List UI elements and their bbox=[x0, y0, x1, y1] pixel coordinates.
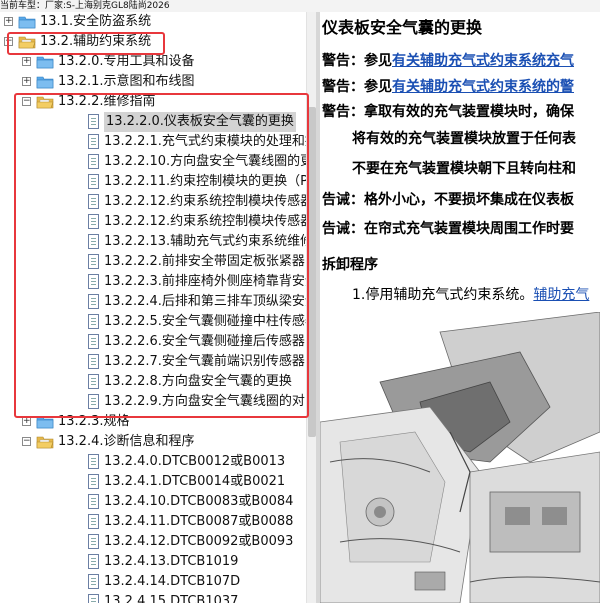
tree-folder-item[interactable]: +13.1.安全防盗系统 bbox=[0, 12, 306, 32]
tree-document-item[interactable]: 13.2.4.11.DTCB0087或B0088 bbox=[0, 512, 306, 532]
tree-item-label: 13.1.安全防盗系统 bbox=[40, 14, 152, 29]
tree-item-label: 13.2.1.示意图和布线图 bbox=[58, 74, 195, 89]
tree-folder-item[interactable]: − 13.2.4.诊断信息和程序 bbox=[0, 432, 306, 452]
tree-item-label: 13.2.4.11.DTCB0087或B0088 bbox=[104, 514, 294, 529]
step-1: 1.停用辅助充气式约束系统。辅助充气 bbox=[352, 284, 589, 304]
warning-3: 警告：拿取有效的充气装置模块时，确保 bbox=[322, 104, 574, 120]
warning-3-item-1: 将有效的充气装置模块放置于任何表 bbox=[352, 131, 576, 147]
tree-item-label: 13.2.4.0.DTCB0012或B0013 bbox=[104, 454, 286, 469]
highlight-box-assist-restraint bbox=[7, 32, 165, 55]
expand-icon[interactable]: + bbox=[22, 417, 31, 426]
tree-scrollbar-thumb[interactable] bbox=[308, 107, 316, 437]
tree-item-label: 13.2.4.15.DTCB1037 bbox=[104, 594, 239, 603]
document-icon bbox=[88, 534, 99, 549]
tree-item-label: 13.2.4.1.DTCB0014或B0021 bbox=[104, 474, 286, 489]
tree-item-label: 13.2.4.10.DTCB0083或B0084 bbox=[104, 494, 294, 509]
document-icon bbox=[88, 574, 99, 589]
folder-icon bbox=[36, 56, 54, 69]
step-1-text: 1.停用辅助充气式约束系统。 bbox=[352, 287, 534, 303]
caution-1: 告诫：格外小心，不要损坏集成在仪表板 bbox=[322, 189, 574, 209]
document-title: 仪表板安全气囊的更换 bbox=[322, 18, 483, 37]
tree-document-item[interactable]: 13.2.4.13.DTCB1019 bbox=[0, 552, 306, 572]
warning-2-link[interactable]: 有关辅助充气式约束系统的警 bbox=[392, 79, 574, 95]
document-icon bbox=[88, 474, 99, 489]
tree-document-item[interactable]: 13.2.4.0.DTCB0012或B0013 bbox=[0, 452, 306, 472]
warning-1: 警告：参见有关辅助充气式约束系统充气 bbox=[322, 50, 574, 70]
caution-1-text: 告诫：格外小心，不要损坏集成在仪表板 bbox=[322, 192, 574, 208]
highlight-box-service-guide bbox=[14, 93, 309, 418]
document-icon bbox=[88, 454, 99, 469]
warning-1-link[interactable]: 有关辅助充气式约束系统充气 bbox=[392, 53, 574, 69]
document-icon bbox=[88, 554, 99, 569]
document-icon bbox=[88, 494, 99, 509]
collapse-icon[interactable]: − bbox=[22, 437, 31, 446]
tree-item-label: 13.2.4.14.DTCB107D bbox=[104, 574, 241, 589]
tree-folder-item[interactable]: +13.2.0.专用工具和设备 bbox=[0, 52, 306, 72]
tree-document-item[interactable]: 13.2.4.12.DTCB0092或B0093 bbox=[0, 532, 306, 552]
folder-icon bbox=[36, 76, 54, 89]
expand-icon[interactable]: + bbox=[22, 57, 31, 66]
dashboard-illustration bbox=[320, 312, 600, 603]
step-1-link[interactable]: 辅助充气 bbox=[533, 287, 589, 303]
document-icon bbox=[88, 594, 99, 603]
section-heading: 拆卸程序 bbox=[322, 257, 378, 273]
tree-document-item[interactable]: 13.2.4.14.DTCB107D bbox=[0, 572, 306, 592]
folder-icon bbox=[18, 16, 36, 29]
tree-item-label: 13.2.0.专用工具和设备 bbox=[58, 54, 195, 69]
tree-item-label: 13.2.4.12.DTCB0092或B0093 bbox=[104, 534, 294, 549]
caution-2-text: 告诫：在帘式充气装置模块周围工作时要 bbox=[322, 221, 574, 237]
tree-folder-item[interactable]: +13.2.1.示意图和布线图 bbox=[0, 72, 306, 92]
tree-document-item[interactable]: 13.2.4.15.DTCB1037 bbox=[0, 592, 306, 603]
folder-open-icon bbox=[36, 436, 54, 449]
warning-2-text: 警告：参见 bbox=[322, 79, 392, 95]
warning-2: 警告：参见有关辅助充气式约束系统的警 bbox=[322, 76, 574, 96]
document-pane: 仪表板安全气囊的更换 警告：参见有关辅助充气式约束系统充气 警告：参见有关辅助充… bbox=[320, 12, 600, 603]
expand-icon[interactable]: + bbox=[4, 17, 13, 26]
document-icon bbox=[88, 514, 99, 529]
expand-icon[interactable]: + bbox=[22, 77, 31, 86]
current-vehicle-bar: 当前车型：厂家:S-上海别克GL8陆尚2026 bbox=[0, 0, 600, 12]
warning-3-item-2: 不要在充气装置模块朝下且转向柱和 bbox=[352, 161, 576, 177]
warning-1-text: 警告：参见 bbox=[322, 53, 392, 69]
tree-document-item[interactable]: 13.2.4.10.DTCB0083或B0084 bbox=[0, 492, 306, 512]
tree-document-item[interactable]: 13.2.4.1.DTCB0014或B0021 bbox=[0, 472, 306, 492]
tree-item-label: 13.2.4.诊断信息和程序 bbox=[58, 434, 195, 449]
caution-2: 告诫：在帘式充气装置模块周围工作时要 bbox=[322, 218, 574, 238]
tree-item-label: 13.2.4.13.DTCB1019 bbox=[104, 554, 239, 569]
